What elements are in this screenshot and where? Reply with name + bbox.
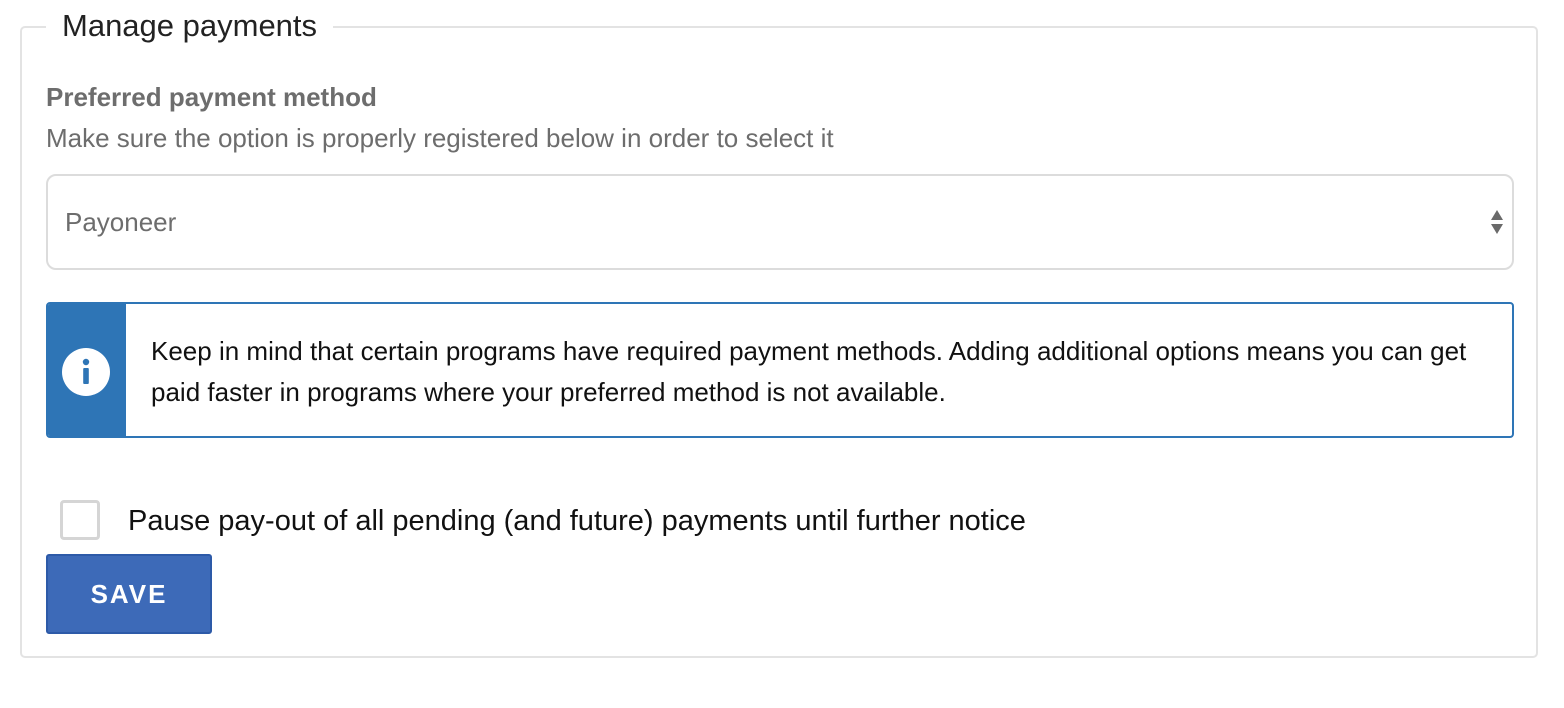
info-alert: Keep in mind that certain programs have … xyxy=(46,302,1514,438)
info-alert-stripe xyxy=(48,304,126,436)
preferred-payment-method-select[interactable]: Payoneer xyxy=(46,174,1514,270)
select-arrows-icon xyxy=(1491,210,1503,234)
pause-payout-label[interactable]: Pause pay-out of all pending (and future… xyxy=(128,502,1026,540)
select-selected-value: Payoneer xyxy=(65,207,177,237)
fieldset-legend: Manage payments xyxy=(46,6,334,46)
info-alert-text: Keep in mind that certain programs have … xyxy=(151,336,1467,407)
pause-payout-checkbox[interactable] xyxy=(60,500,100,540)
save-button[interactable]: SAVE xyxy=(46,554,212,634)
preferred-payment-method-help: Make sure the option is properly registe… xyxy=(46,123,834,153)
info-icon xyxy=(62,348,110,396)
preferred-payment-method-label: Preferred payment method xyxy=(46,82,377,112)
